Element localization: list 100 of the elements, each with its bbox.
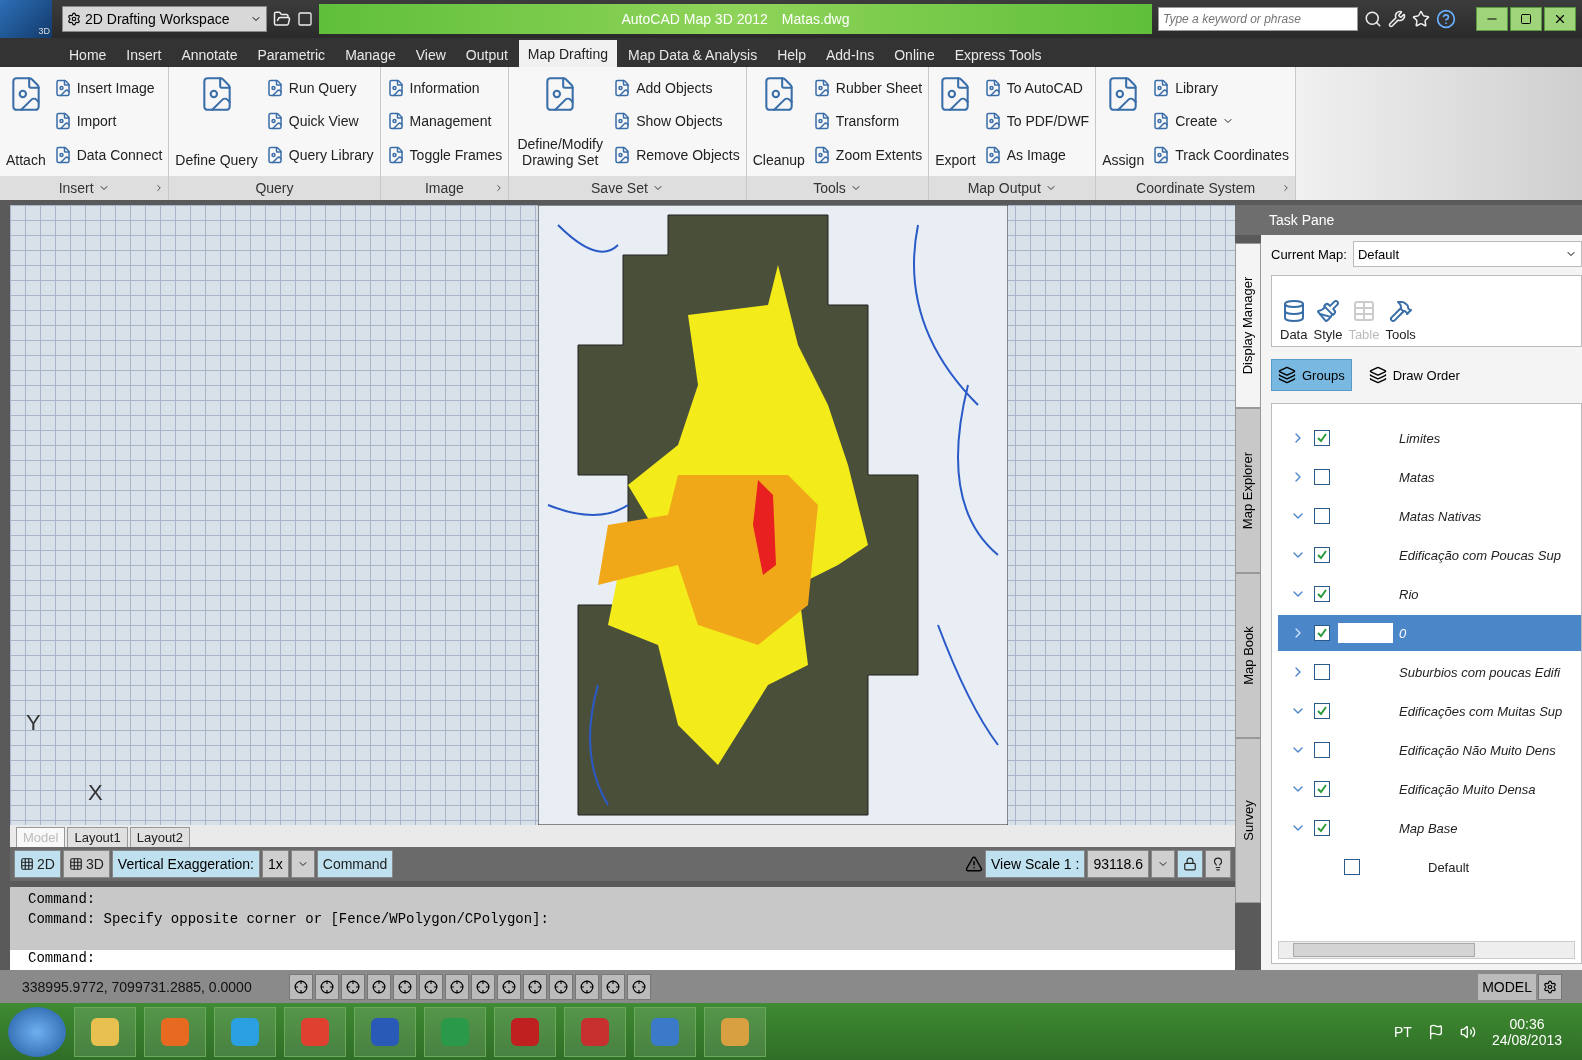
search-icon[interactable] [1364,10,1382,28]
ribbon-button[interactable]: Query Library [263,144,376,167]
ribbon-button[interactable]: Run Query [263,76,376,99]
drafting-toggle[interactable] [367,973,391,1000]
layer-row[interactable]: Edificações com Muitas Sup [1278,693,1581,729]
drafting-toggle[interactable] [575,973,599,1000]
drafting-toggle[interactable] [627,973,651,1000]
drafting-toggle[interactable] [601,973,625,1000]
side-tab[interactable]: Map Explorer [1235,408,1261,573]
checkbox[interactable] [1314,469,1330,485]
checkbox[interactable] [1314,430,1330,446]
ribbon-tab[interactable]: Map Drafting [518,40,617,67]
layer-row[interactable]: Default [1278,849,1581,885]
ribbon-button[interactable]: Track Coordinates [1150,144,1292,167]
star-icon[interactable] [1412,10,1430,28]
ribbon-large-button[interactable]: Define Query [173,71,260,172]
clock[interactable]: 00:36 24/08/2013 [1491,1015,1562,1048]
ribbon-tab[interactable]: Help [768,42,815,67]
checkbox[interactable] [1314,664,1330,680]
restore-button[interactable] [1510,7,1542,31]
dropdown-button[interactable] [290,849,315,878]
ribbon-tab[interactable]: View [406,42,455,67]
ribbon-button[interactable]: Add Objects [611,76,742,99]
ribbon-button[interactable]: Transform [810,110,925,133]
layer-row[interactable]: 0 [1278,615,1581,651]
pane-tool-button[interactable]: Style [1313,299,1343,342]
side-tab[interactable]: Map Book [1235,573,1261,738]
drafting-toggle[interactable] [393,973,417,1000]
app-menu-button[interactable]: 3D [0,0,52,38]
layout-tab[interactable]: Layout2 [129,826,190,847]
wrench-icon[interactable] [1388,10,1406,28]
flag-icon[interactable] [1427,1023,1444,1040]
side-tab[interactable]: Survey [1235,738,1261,903]
checkbox[interactable] [1314,820,1330,836]
pane-tool-button[interactable]: Tools [1385,299,1416,342]
ribbon-tab[interactable]: Add-Ins [816,42,884,67]
ribbon-button[interactable]: To PDF/DWF [981,110,1092,133]
3d-mode-button[interactable]: 3D [62,849,110,878]
view-mode-button[interactable]: Draw Order [1361,359,1467,391]
checkbox[interactable] [1314,625,1330,641]
settings-button[interactable] [1538,973,1562,1000]
checkbox[interactable] [1314,703,1330,719]
checkbox[interactable] [1314,586,1330,602]
layer-row[interactable]: Rio [1278,576,1581,612]
ribbon-button[interactable]: Rubber Sheet [810,76,925,99]
ribbon-button[interactable]: Import [51,110,165,133]
layer-row[interactable]: Matas [1278,459,1581,495]
layer-row[interactable]: Edificação com Poucas Sup [1278,537,1581,573]
ribbon-tab[interactable]: Online [885,42,944,67]
layer-row[interactable]: Limites [1278,420,1581,456]
language-indicator[interactable]: PT [1394,1023,1412,1040]
ribbon-button[interactable]: Create [1150,110,1292,133]
ribbon-button[interactable]: As Image [981,144,1092,167]
ribbon-button[interactable]: Toggle Frames [384,144,505,167]
layer-row[interactable]: Matas Nativas [1278,498,1581,534]
horizontal-scrollbar[interactable] [1278,941,1575,959]
start-button[interactable] [8,1006,66,1057]
ribbon-tab[interactable]: Express Tools [945,42,1051,67]
ribbon-button[interactable]: Quick View [263,110,376,133]
drafting-toggle[interactable] [445,973,469,1000]
ribbon-large-button[interactable]: Export [933,71,978,172]
layer-row[interactable]: Edificação Muito Densa [1278,771,1581,807]
drafting-toggle[interactable] [289,973,313,1000]
pane-tool-button[interactable]: Data [1280,299,1308,342]
ribbon-large-button[interactable]: Define/Modify Drawing Set [513,71,608,172]
ribbon-tab[interactable]: Parametric [248,42,335,67]
lock-button[interactable] [1177,849,1203,878]
drafting-toggle[interactable] [341,973,365,1000]
workspace-dropdown[interactable]: 2D Drafting Workspace [62,6,267,32]
ribbon-tab[interactable]: Manage [336,42,405,67]
close-button[interactable] [1544,7,1576,31]
ribbon-button[interactable]: To AutoCAD [981,76,1092,99]
rename-field[interactable] [1338,623,1393,643]
ribbon-large-button[interactable]: Assign [1100,71,1147,172]
command-button[interactable]: Command [316,849,394,878]
ribbon-button[interactable]: Show Objects [611,110,742,133]
volume-icon[interactable] [1459,1023,1476,1040]
layer-row[interactable]: Map Base [1278,810,1581,846]
search-field[interactable]: Type a keyword or phrase [1158,7,1358,31]
drafting-toggle[interactable] [549,973,573,1000]
checkbox[interactable] [1314,781,1330,797]
drawing-canvas[interactable]: Y X [10,205,1235,825]
model-space-label[interactable]: MODEL [1478,973,1536,1000]
taskbar-app-button[interactable] [74,1006,136,1057]
help-icon[interactable] [1436,9,1456,29]
ribbon-button[interactable]: Insert Image [51,76,165,99]
drafting-toggle[interactable] [419,973,443,1000]
ribbon-button[interactable]: Management [384,110,505,133]
ribbon-button[interactable]: Remove Objects [611,144,742,167]
checkbox[interactable] [1314,547,1330,563]
2d-mode-button[interactable]: 2D [14,849,61,878]
ribbon-tab[interactable]: Insert [117,42,171,67]
ribbon-button[interactable]: Library [1150,76,1292,99]
ribbon-tab[interactable]: Home [60,42,116,67]
folder-icon[interactable] [273,10,291,28]
ribbon-button[interactable]: Data Connect [51,144,165,167]
current-map-dropdown[interactable]: Default [1352,241,1582,267]
ribbon-tab[interactable]: Map Data & Analysis [619,42,767,67]
drafting-toggle[interactable] [523,973,547,1000]
ribbon-tab[interactable]: Output [456,42,517,67]
